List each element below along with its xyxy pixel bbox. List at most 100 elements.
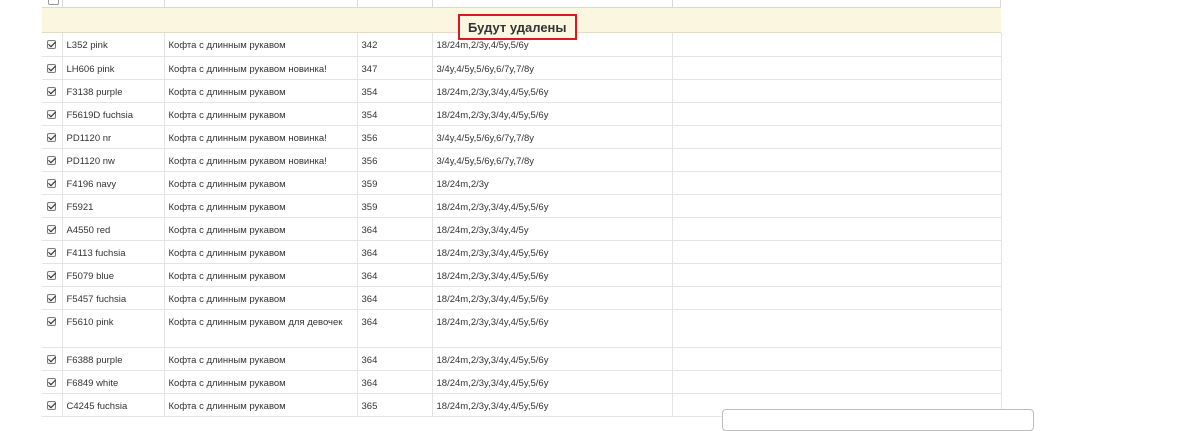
previous-row-partial xyxy=(42,0,1001,8)
name-cell: Кофта с длинным рукавом xyxy=(164,79,358,103)
row-checkbox-cell xyxy=(42,56,63,80)
name-cell: Кофта с длинным рукавом xyxy=(164,263,358,287)
name-cell: Кофта с длинным рукавом xyxy=(164,240,358,264)
row-checkbox[interactable] xyxy=(47,109,56,119)
name-cell: Кофта с длинным рукавом xyxy=(164,194,358,218)
price-cell: 354 xyxy=(357,102,433,126)
product-table: L352 pink Кофта с длинным рукавом 342 18/24… xyxy=(42,33,1002,417)
row-checkbox[interactable] xyxy=(47,293,56,303)
row-checkbox-cell xyxy=(42,148,63,172)
empty-cell xyxy=(672,240,1002,264)
sizes-cell: 18/24m,2/3y,3/4y,4/5y xyxy=(432,217,673,241)
row-checkbox[interactable] xyxy=(47,354,56,364)
row-checkbox-cell xyxy=(42,286,63,310)
row-checkbox[interactable] xyxy=(47,247,56,257)
price-cell: 342 xyxy=(357,33,433,57)
row-checkbox[interactable] xyxy=(47,224,56,234)
table-row: F5619D fuchsia Кофта с длинным рукавом 354… xyxy=(42,102,1002,126)
sizes-cell: 18/24m,2/3y xyxy=(432,171,673,195)
row-checkbox-cell xyxy=(42,393,63,417)
article-cell: F4113 fuchsia xyxy=(62,240,165,264)
name-cell: Кофта с длинным рукавом xyxy=(164,217,358,241)
sizes-cell: 18/24m,2/3y,3/4y,4/5y,5/6y xyxy=(432,309,673,348)
name-cell: Кофта с длинным рукавом новинка! xyxy=(164,56,358,80)
row-checkbox-cell xyxy=(42,370,63,394)
article-cell: F4196 navy xyxy=(62,171,165,195)
name-cell: Кофта с длинным рукавом для девочек xyxy=(164,309,358,348)
name-cell: Кофта с длинным рукавом xyxy=(164,33,358,57)
empty-cell xyxy=(672,148,1002,172)
name-cell: Кофта с длинным рукавом xyxy=(164,171,358,195)
article-cell: PD1120 nr xyxy=(62,125,165,149)
article-cell: PD1120 nw xyxy=(62,148,165,172)
empty-cell xyxy=(672,347,1002,371)
row-checkbox[interactable] xyxy=(47,400,56,410)
row-checkbox[interactable] xyxy=(47,155,56,165)
name-cell: Кофта с длинным рукавом новинка! xyxy=(164,148,358,172)
article-cell: F6388 purple xyxy=(62,347,165,371)
sizes-cell: 18/24m,2/3y,3/4y,4/5y,5/6y xyxy=(432,102,673,126)
article-cell: LH606 pink xyxy=(62,56,165,80)
sizes-cell: 3/4y,4/5y,5/6y,6/7y,7/8y xyxy=(432,125,673,149)
article-cell: L352 pink xyxy=(62,33,165,57)
price-cell: 347 xyxy=(357,56,433,80)
row-checkbox-cell xyxy=(42,240,63,264)
article-cell: F5079 blue xyxy=(62,263,165,287)
table-row: F5921 Кофта с длинным рукавом 359 18/24m,2/… xyxy=(42,194,1002,218)
price-cell: 364 xyxy=(357,347,433,371)
row-checkbox-cell xyxy=(42,33,63,57)
name-cell: Кофта с длинным рукавом xyxy=(164,393,358,417)
empty-cell xyxy=(672,370,1002,394)
row-checkbox[interactable] xyxy=(47,270,56,280)
article-cell: F5457 fuchsia xyxy=(62,286,165,310)
table-row: PD1120 nr Кофта с длинным рукавом новинка… xyxy=(42,125,1002,149)
row-checkbox[interactable] xyxy=(47,316,56,326)
name-cell: Кофта с длинным рукавом xyxy=(164,286,358,310)
table-row: F3138 purple Кофта с длинным рукавом 354 18… xyxy=(42,79,1002,103)
empty-cell xyxy=(672,102,1002,126)
sizes-cell: 18/24m,2/3y,3/4y,4/5y,5/6y xyxy=(432,370,673,394)
price-cell: 359 xyxy=(357,194,433,218)
sizes-cell: 18/24m,2/3y,3/4y,4/5y,5/6y xyxy=(432,240,673,264)
table-row: F5457 fuchsia Кофта с длинным рукавом 364 1… xyxy=(42,286,1002,310)
price-cell: 356 xyxy=(357,148,433,172)
table-row: A4550 red Кофта с длинным рукавом 364 18/24… xyxy=(42,217,1002,241)
article-cell: A4550 red xyxy=(62,217,165,241)
price-cell: 364 xyxy=(357,309,433,348)
row-checkbox[interactable] xyxy=(47,377,56,387)
row-checkbox[interactable] xyxy=(47,63,56,73)
row-checkbox[interactable] xyxy=(47,40,56,49)
row-checkbox[interactable] xyxy=(47,86,56,96)
empty-cell xyxy=(672,309,1002,348)
popup-panel-edge xyxy=(722,409,1034,431)
row-checkbox-cell xyxy=(42,347,63,371)
article-cell: C4245 fuchsia xyxy=(62,393,165,417)
section-header-row: Будут удалены xyxy=(42,8,1001,40)
price-cell: 364 xyxy=(357,286,433,310)
price-cell: 364 xyxy=(357,370,433,394)
price-cell: 354 xyxy=(357,79,433,103)
row-checkbox[interactable] xyxy=(47,178,56,188)
row-checkbox-cell xyxy=(42,102,63,126)
row-checkbox-partial[interactable] xyxy=(48,0,59,5)
sizes-cell: 18/24m,2/3y,3/4y,4/5y,5/6y xyxy=(432,393,673,417)
product-table-container: Будут удалены L352 pink Кофта с длинным р… xyxy=(42,0,1002,417)
empty-cell xyxy=(672,125,1002,149)
row-checkbox[interactable] xyxy=(47,201,56,211)
price-cell: 364 xyxy=(357,263,433,287)
empty-cell xyxy=(672,171,1002,195)
price-cell: 364 xyxy=(357,217,433,241)
sizes-cell: 3/4y,4/5y,5/6y,6/7y,7/8y xyxy=(432,56,673,80)
row-checkbox-cell xyxy=(42,194,63,218)
sizes-cell: 18/24m,2/3y,3/4y,4/5y,5/6y xyxy=(432,347,673,371)
table-row: LH606 pink Кофта с длинным рукавом новинк… xyxy=(42,56,1002,80)
row-checkbox-cell xyxy=(42,125,63,149)
row-checkbox[interactable] xyxy=(47,132,56,142)
empty-cell xyxy=(672,263,1002,287)
empty-cell xyxy=(672,194,1002,218)
sizes-cell: 3/4y,4/5y,5/6y,6/7y,7/8y xyxy=(432,148,673,172)
row-checkbox-cell xyxy=(42,217,63,241)
price-cell: 365 xyxy=(357,393,433,417)
article-cell: F3138 purple xyxy=(62,79,165,103)
article-cell: F5610 pink xyxy=(62,309,165,348)
